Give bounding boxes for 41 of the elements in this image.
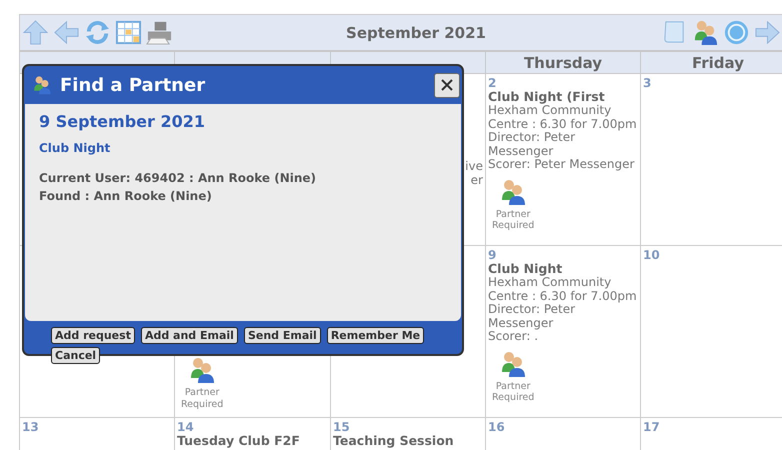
event-title[interactable]: Club Night (First	[488, 90, 605, 104]
day-number[interactable]: 2	[488, 76, 496, 90]
partner-required-label: Partner Required	[492, 380, 534, 404]
event-detail: er	[470, 174, 483, 187]
day-number[interactable]: 3	[643, 76, 652, 90]
event-detail: Director: Peter	[488, 303, 576, 316]
event-detail: Scorer: Peter Messenger	[488, 158, 634, 172]
weekday-header: Thursday	[486, 52, 641, 74]
event-detail: Messenger	[488, 144, 554, 158]
dialog-button[interactable]: Add request	[51, 327, 135, 344]
dialog-button[interactable]: Add and Email	[140, 327, 238, 344]
info-text: Current User: 469402 : Ann Rooke (Nine)	[39, 170, 316, 187]
dialog-title: Find a Partner	[60, 74, 206, 96]
month-title: September 2021	[346, 24, 486, 42]
day-number[interactable]: 17	[643, 420, 660, 434]
event-detail: Centre : 6.30 for 7.00pm	[488, 290, 637, 303]
event-detail: Messenger	[488, 316, 554, 330]
dialog-button[interactable]: Cancel	[51, 347, 100, 364]
weekday-header: Friday	[641, 52, 782, 74]
event-detail: ive	[465, 160, 483, 174]
dialog-button[interactable]: Remember Me	[326, 327, 424, 344]
event-detail: Centre : 6.30 for 7.00pm	[488, 118, 637, 131]
day-number[interactable]: 16	[488, 420, 505, 434]
event-date: 9 September 2021	[39, 112, 205, 131]
day-number[interactable]: 9	[488, 248, 496, 262]
day-number[interactable]: 10	[643, 248, 660, 262]
event-name: Club Night	[39, 141, 110, 155]
day-number[interactable]: 14	[177, 420, 194, 434]
day-number[interactable]: 13	[22, 420, 39, 434]
info-text: Found : Ann Rooke (Nine)	[39, 188, 212, 205]
dialog-button[interactable]: Send Email	[244, 327, 321, 344]
partner-required-label: Partner Required	[492, 208, 534, 232]
event-title[interactable]: Tuesday Club F2F	[177, 434, 300, 448]
event-title[interactable]: Club Night	[488, 262, 562, 276]
event-detail: Director: Peter	[488, 131, 576, 144]
partner-required-label: Partner Required	[181, 387, 224, 410]
event-detail: Hexham Community	[488, 104, 612, 118]
event-title[interactable]: Teaching Session	[333, 434, 454, 448]
event-detail: Scorer: .	[488, 330, 538, 344]
event-detail: Hexham Community	[488, 276, 612, 290]
day-number[interactable]: 15	[333, 420, 350, 434]
